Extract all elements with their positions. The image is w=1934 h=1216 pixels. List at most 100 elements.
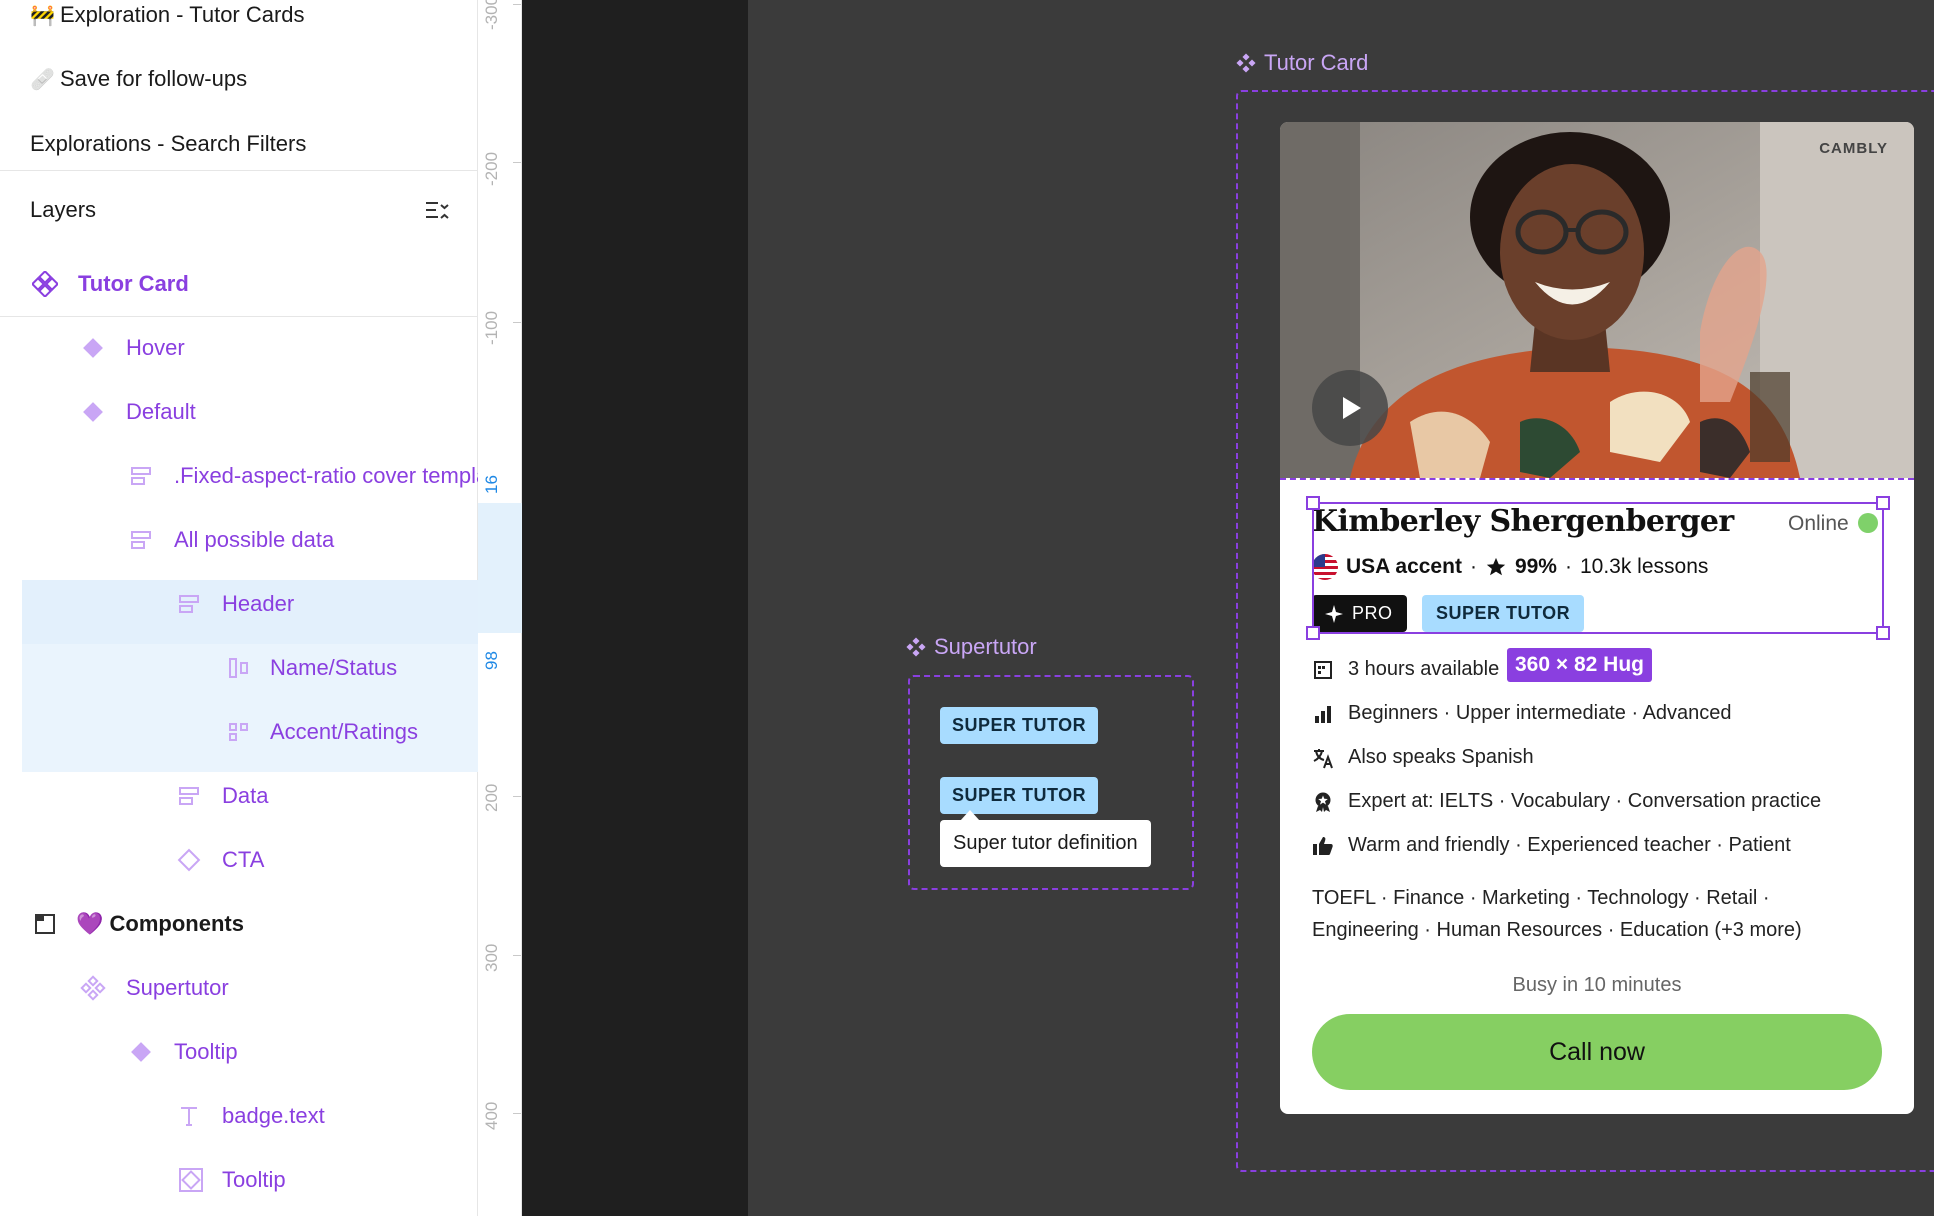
variant-diamond-icon xyxy=(83,402,103,422)
layer-row-accent-ratings[interactable]: Accent/Ratings xyxy=(0,700,478,764)
tooltip-frame-icon xyxy=(179,1168,203,1192)
variant-diamond-icon xyxy=(131,1042,151,1062)
page-item-search-filters[interactable]: Explorations - Search Filters xyxy=(30,131,306,157)
page-label: Save for follow-ups xyxy=(60,66,248,91)
layer-label: Default xyxy=(126,399,196,424)
bar-chart-icon xyxy=(1312,703,1334,725)
layer-row-data[interactable]: Data xyxy=(0,764,478,828)
layer-label: CTA xyxy=(222,847,265,872)
section-icon xyxy=(35,914,55,934)
layer-label: Name/Status xyxy=(270,655,398,680)
page-item-tutor-cards[interactable]: 🚧 Exploration - Tutor Cards xyxy=(30,2,305,28)
tutor-card-frame-label[interactable]: Tutor Card xyxy=(1236,50,1368,76)
thumbs-up-icon xyxy=(1312,835,1334,857)
ruler-tick xyxy=(513,1113,521,1114)
layer-row-supertutor[interactable]: Supertutor xyxy=(0,956,478,1020)
layer-label: Data xyxy=(222,783,269,808)
layer-label: All possible data xyxy=(174,527,335,552)
collapse-layers-icon[interactable] xyxy=(424,198,450,224)
play-icon xyxy=(1343,397,1361,419)
ruler-label: -200 xyxy=(482,151,501,186)
ruler-tick xyxy=(513,322,521,323)
layer-row-badge-text[interactable]: badge.text xyxy=(0,1084,478,1148)
component-icon xyxy=(80,975,106,1001)
canvas-background-dark xyxy=(522,0,748,1216)
tutor-video-thumbnail[interactable]: CAMBLY xyxy=(1280,122,1914,478)
bandage-emoji-icon: 🩹 xyxy=(30,68,55,91)
ruler-tick xyxy=(513,4,521,5)
layer-label: Hover xyxy=(126,335,185,360)
layer-row-hover[interactable]: Hover xyxy=(0,316,478,380)
frame-label-text: Tutor Card xyxy=(1264,50,1369,75)
languages-text: Also speaks Spanish xyxy=(1348,746,1534,768)
component-icon xyxy=(1236,53,1256,73)
section-label: Components xyxy=(109,911,244,936)
frame-rows-icon xyxy=(131,531,151,549)
layer-row-header[interactable]: Header xyxy=(0,572,478,636)
ruler-label: -300 xyxy=(482,0,501,30)
vertical-ruler: -300 -200 -100 16 98 200 300 400 xyxy=(478,0,522,1216)
layer-label: 💜 Components xyxy=(76,911,244,937)
resize-handle[interactable] xyxy=(1306,626,1320,640)
layers-title: Layers xyxy=(30,197,97,222)
expertise-text: Expert at: IELTS · Vocabulary · Conversa… xyxy=(1348,790,1822,812)
layer-row-tooltip-variant[interactable]: Tooltip xyxy=(0,1020,478,1084)
ruler-tick xyxy=(513,955,521,956)
translate-icon xyxy=(1312,747,1334,769)
supertutor-badge[interactable]: SUPER TUTOR xyxy=(940,707,1099,744)
tutor-card[interactable]: CAMBLY Kimberley Shergenberger Online US… xyxy=(1280,122,1914,1114)
tooltip: Super tutor definition xyxy=(940,820,1151,867)
text-icon xyxy=(181,1107,197,1126)
resize-handle[interactable] xyxy=(1876,496,1890,510)
levels-text: Beginners · Upper intermediate · Advance… xyxy=(1348,702,1732,724)
busy-text: Busy in 10 minutes xyxy=(1512,974,1682,996)
ruler-label: 300 xyxy=(482,943,501,972)
layer-row-cta[interactable]: CTA xyxy=(0,828,478,892)
header-selection-box xyxy=(1306,496,1890,640)
ruler-label: 400 xyxy=(482,1101,501,1130)
levels-row: Beginners · Upper intermediate · Advance… xyxy=(1312,702,1732,725)
ruler-label: -100 xyxy=(482,310,501,345)
layer-label: Supertutor xyxy=(126,975,229,1000)
availability-text: 3 hours available xyxy=(1348,658,1500,680)
layers-panel: 🚧 Exploration - Tutor Cards 🩹 Save for f… xyxy=(0,0,478,1216)
frame-label-text: Supertutor xyxy=(934,634,1037,659)
ruler-tick xyxy=(513,796,521,797)
call-now-button[interactable]: Call now xyxy=(1312,1014,1882,1090)
frame-rows-icon xyxy=(179,595,199,613)
supertutor-frame-label[interactable]: Supertutor xyxy=(906,634,1037,660)
design-canvas[interactable]: Supertutor SUPER TUTOR SUPER TUTOR Super… xyxy=(748,0,1934,1216)
frame-rows-icon xyxy=(131,467,151,485)
ruler-label: 16 xyxy=(482,475,501,494)
supertutor-component-frame[interactable]: SUPER TUTOR SUPER TUTOR Super tutor defi… xyxy=(908,675,1194,890)
traits-row: Warm and friendly · Experienced teacher … xyxy=(1312,834,1791,857)
layer-row-tooltip-frame[interactable]: Tooltip xyxy=(0,1148,478,1212)
ruler-tick xyxy=(513,162,521,163)
ruler-label: 98 xyxy=(482,651,501,670)
supertutor-badge-with-tooltip[interactable]: SUPER TUTOR xyxy=(940,777,1099,814)
cambly-logo: CAMBLY xyxy=(1819,140,1888,157)
layer-label: Header xyxy=(222,591,295,616)
layer-row-components-section[interactable]: 💜 Components xyxy=(0,892,478,956)
ruler-label: 200 xyxy=(482,783,501,812)
resize-handle[interactable] xyxy=(1306,496,1320,510)
component-icon xyxy=(32,271,58,297)
traits-text: Warm and friendly · Experienced teacher … xyxy=(1348,834,1791,856)
layer-label: Accent/Ratings xyxy=(270,719,418,744)
page-item-follow-ups[interactable]: 🩹 Save for follow-ups xyxy=(30,66,247,92)
layer-row-name-status[interactable]: Name/Status xyxy=(0,636,478,700)
construction-emoji-icon: 🚧 xyxy=(30,4,55,27)
layer-label: badge.text xyxy=(222,1103,325,1128)
resize-handle[interactable] xyxy=(1876,626,1890,640)
calendar-icon xyxy=(1312,659,1334,681)
layer-label: Tutor Card xyxy=(78,271,189,296)
layer-row-all-possible-data[interactable]: All possible data xyxy=(0,508,478,572)
play-video-button[interactable] xyxy=(1312,370,1388,446)
availability-row: 3 hours available xyxy=(1312,658,1499,681)
selection-size-indicator: 360 × 82 Hug xyxy=(1507,648,1652,682)
selection-guide-line xyxy=(1280,478,1914,480)
layer-row-tutor-card[interactable]: Tutor Card xyxy=(0,252,478,316)
layer-row-fixed-aspect[interactable]: .Fixed-aspect-ratio cover template xyxy=(0,444,478,508)
layer-row-default[interactable]: Default xyxy=(0,380,478,444)
languages-row: Also speaks Spanish xyxy=(1312,746,1534,769)
